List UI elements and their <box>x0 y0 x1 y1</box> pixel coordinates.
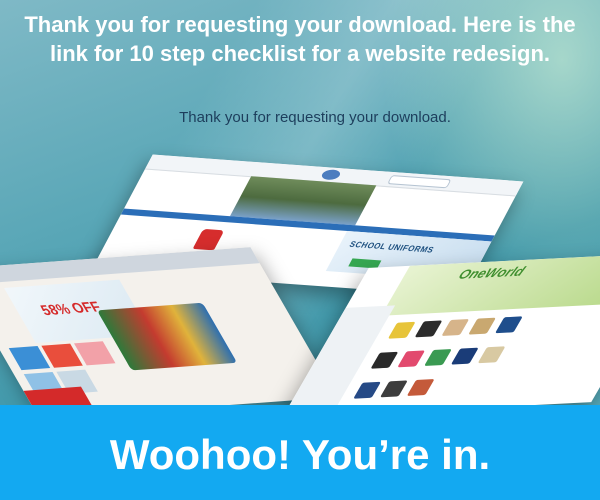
subline: Thank you for requesting your download. <box>179 109 451 126</box>
bag-icon <box>450 347 479 365</box>
bag-icon <box>397 350 426 368</box>
bags-logo: OneWorld <box>455 263 529 282</box>
bag-icon <box>379 380 408 398</box>
page: Thank you for requesting your download. … <box>0 0 600 500</box>
bag-icon <box>495 316 523 334</box>
school-banner-text: SCHOOL UNIFORMS <box>347 239 436 255</box>
mockup-products-image <box>96 302 238 371</box>
confirmation-band: Woohoo! You’re in. <box>0 405 600 500</box>
bag-icon <box>414 320 443 338</box>
bag-icon <box>353 381 381 399</box>
bag-icon <box>406 379 435 396</box>
bag-icon <box>477 346 506 364</box>
hero-section: Thank you for requesting your download. … <box>0 0 600 405</box>
headline: Thank you for requesting your download. … <box>24 12 576 66</box>
bag-icon <box>387 321 416 339</box>
bag-icon <box>424 349 452 366</box>
confirmation-text: Woohoo! You’re in. <box>109 431 491 478</box>
tshirt-icon <box>192 228 225 251</box>
bag-icon <box>468 317 496 335</box>
bag-icon <box>441 319 470 336</box>
sale-text: 58% OFF <box>37 298 104 319</box>
bag-icon <box>370 351 399 369</box>
